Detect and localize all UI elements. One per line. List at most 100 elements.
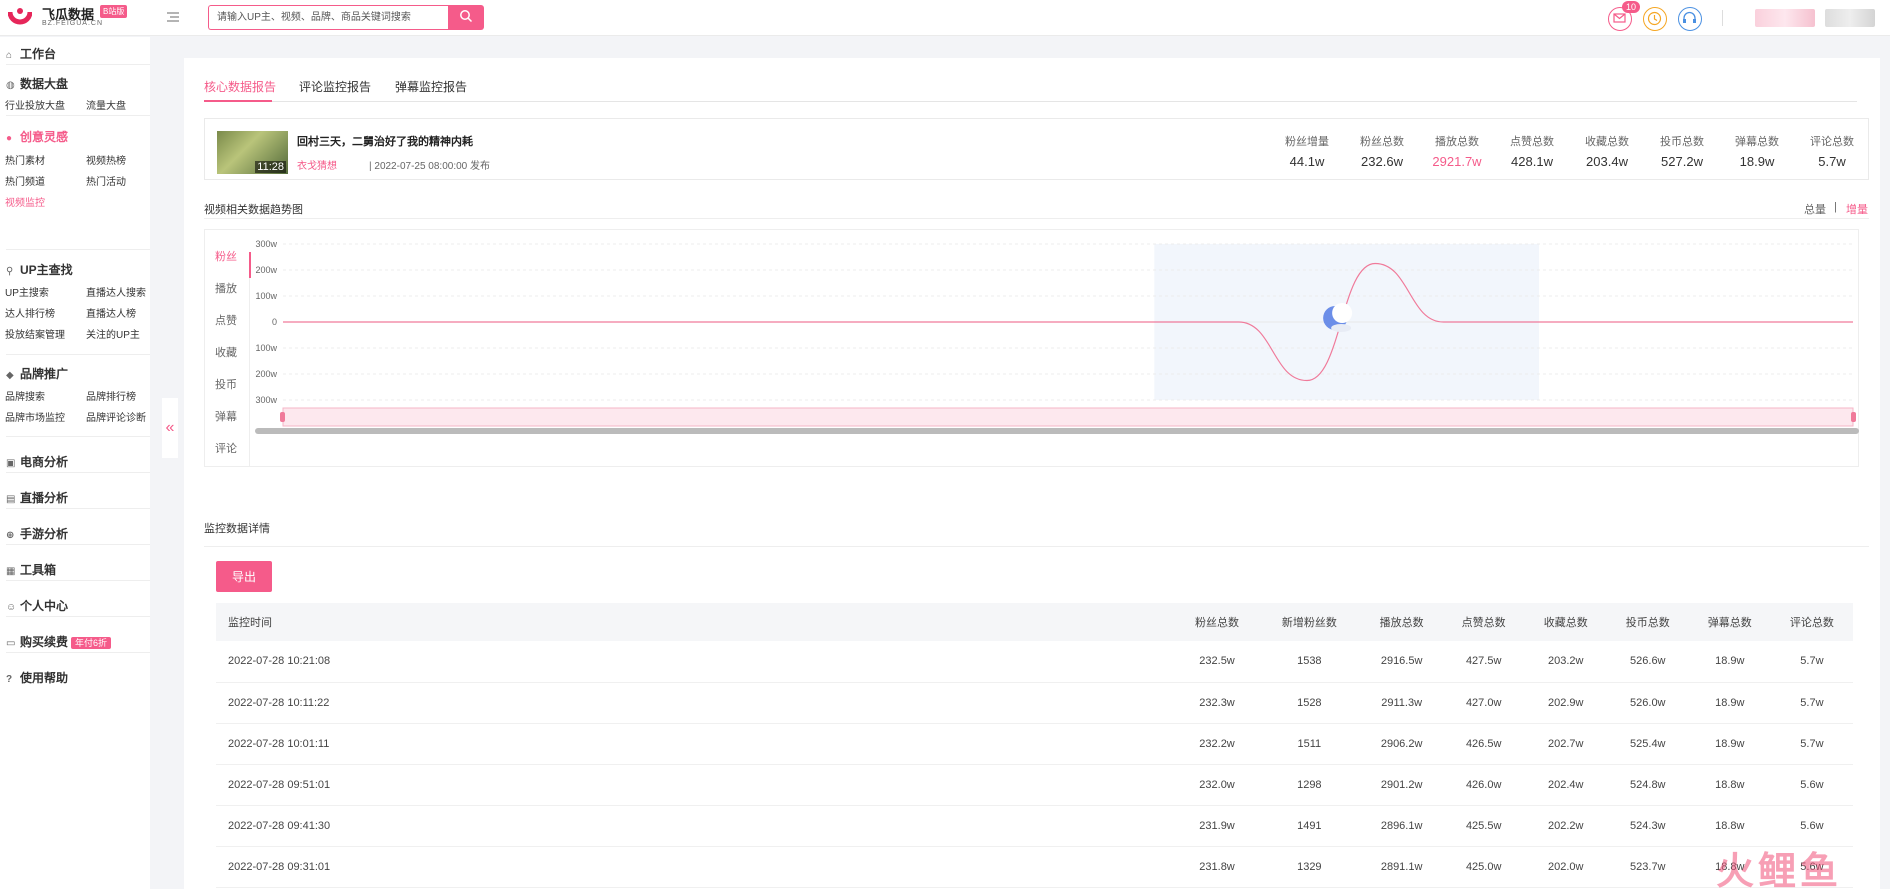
toggle-separator: | (1834, 201, 1837, 213)
metric-danmaku[interactable]: 弹幕 (215, 408, 237, 424)
sidebar-buy[interactable]: ▭ 购买续费 年付6折 (6, 633, 112, 650)
metric-fav[interactable]: 收藏 (215, 344, 237, 360)
table-cell: 426.0w (1442, 764, 1525, 806)
sidebar-industry-board[interactable]: 行业投放大盘 (5, 97, 65, 112)
sidebar-hot-event[interactable]: 热门活动 (86, 173, 126, 188)
metric-coin[interactable]: 投币 (215, 376, 237, 392)
sidebar-divider (6, 580, 150, 581)
series-line-fans (283, 262, 1853, 382)
user-icon: ☺ (6, 602, 17, 613)
table-cell: 18.9w (1688, 641, 1771, 683)
sidebar-workspace[interactable]: ⌂ 工作台 (6, 45, 56, 62)
toggle-increment[interactable]: 增量 (1846, 201, 1868, 217)
table-cell: 427.0w (1442, 682, 1525, 724)
monitor-title: 监控数据详情 (204, 523, 270, 535)
sidebar-mobile-game[interactable]: ⊕ 手游分析 (6, 525, 68, 542)
zoom-slider (282, 407, 1854, 427)
sidebar-live-rank[interactable]: 直播达人榜 (86, 305, 136, 320)
user-avatar[interactable] (1755, 9, 1815, 27)
support-button[interactable] (1678, 7, 1702, 31)
table-row: 2022-07-28 10:21:08 232.5w 1538 2916.5w 427.… (216, 641, 1853, 683)
sidebar-help[interactable]: ? 使用帮助 (6, 669, 68, 686)
sidebar-live[interactable]: ▤ 直播分析 (6, 489, 68, 506)
table-cell: 2916.5w (1360, 641, 1443, 683)
sidebar-collapse-button[interactable]: « (162, 398, 178, 458)
video-uploader[interactable]: 衣戈猜想 (297, 157, 337, 172)
tab-comment-report[interactable]: 评论监控报告 (299, 78, 371, 95)
zoom-handle-left (280, 412, 285, 422)
sidebar-up-search-link[interactable]: UP主搜索 (5, 284, 49, 299)
sidebar-video-hot[interactable]: 视频热榜 (86, 152, 126, 167)
sidebar-data-board[interactable]: ◍ 数据大盘 (6, 75, 68, 92)
metric-comment[interactable]: 评论 (215, 440, 237, 456)
sidebar-brand-promo[interactable]: ◆ 品牌推广 (6, 365, 68, 382)
table-cell: 1329 (1258, 846, 1361, 888)
sidebar-brand-rank[interactable]: 品牌排行榜 (86, 388, 136, 403)
sidebar-creative[interactable]: ● 创意灵感 (6, 128, 68, 145)
magnifier-icon: ⚲ (6, 266, 14, 277)
table-cell: 202.9w (1524, 682, 1607, 724)
card-icon: ▭ (6, 638, 16, 649)
sidebar-video-monitor[interactable]: 视频监控 (5, 194, 45, 209)
tab-core-report[interactable]: 核心数据报告 (204, 78, 276, 95)
trend-chart: 粉丝 播放 点赞 收藏 投币 弹幕 评论 300w 200w 100w 0 -100w -… (204, 229, 1859, 467)
sidebar-talent-rank[interactable]: 达人排行榜 (5, 305, 55, 320)
line-chart[interactable]: 300w 200w 100w 0 -100w -200w -300w (255, 230, 1860, 468)
sidebar-ecommerce[interactable]: ▣ 电商分析 (6, 453, 68, 470)
sidebar-brand-market[interactable]: 品牌市场监控 (5, 409, 65, 424)
toggle-total[interactable]: 总量 (1804, 201, 1826, 217)
menu-toggle-icon[interactable] (166, 10, 180, 24)
user-name[interactable] (1825, 9, 1875, 27)
table-cell: 2891.1w (1360, 846, 1443, 888)
metric-fans[interactable]: 粉丝 (215, 248, 237, 264)
sidebar-hot-channel[interactable]: 热门频道 (5, 173, 45, 188)
sidebar-up-search[interactable]: ⚲ UP主查找 (6, 261, 73, 278)
table-cell: 525.4w (1606, 723, 1689, 765)
video-publish-date: | 2022-07-25 08:00:00 发布 (369, 161, 491, 172)
sidebar-hot-material[interactable]: 热门素材 (5, 152, 45, 167)
stat-fan-total: 粉丝总数 232.6w (1360, 136, 1404, 169)
sidebar-toolbox[interactable]: ▦ 工具箱 (6, 561, 56, 578)
video-title[interactable]: 回村三天，二舅治好了我的精神内耗 (297, 133, 473, 149)
sidebar-traffic-board[interactable]: 流量大盘 (86, 97, 126, 112)
search-button[interactable] (448, 5, 484, 30)
table-row: 2022-07-28 10:01:11 232.2w 1511 2906.2w 426.… (216, 723, 1853, 765)
sidebar-brand-search[interactable]: 品牌搜索 (5, 388, 45, 403)
sidebar-followed-up[interactable]: 关注的UP主 (86, 326, 140, 341)
sidebar-divider (6, 544, 150, 545)
sidebar-personal[interactable]: ☺ 个人中心 (6, 597, 68, 614)
export-button[interactable]: 导出 (216, 561, 272, 592)
brand-badge: B站版 (100, 5, 128, 18)
table-cell: 2911.3w (1360, 682, 1443, 724)
metric-play[interactable]: 播放 (215, 280, 237, 296)
feigua-logo-icon (8, 8, 32, 25)
sidebar-divider (6, 115, 150, 116)
table-row: 2022-07-28 09:31:01 231.8w 1329 2891.1w 425.… (216, 846, 1853, 888)
sidebar-live-search[interactable]: 直播达人搜索 (86, 284, 146, 299)
horizontal-scrollbar (255, 428, 1859, 434)
table-cell: 425.5w (1442, 805, 1525, 847)
tabs-divider (204, 101, 1857, 102)
tab-danmaku-report[interactable]: 弹幕监控报告 (395, 78, 467, 95)
bulb-icon: ● (6, 133, 13, 144)
trend-title: 视频相关数据趋势图 (204, 204, 303, 216)
video-thumbnail[interactable]: 11:28 (217, 131, 288, 174)
history-button[interactable] (1643, 7, 1667, 31)
sidebar-brand-comment[interactable]: 品牌评论诊断 (86, 409, 146, 424)
zoom-handle-right (1851, 412, 1856, 422)
search-input[interactable] (208, 5, 448, 30)
discount-badge: 年付6折 (71, 637, 112, 649)
stat-fan-increase: 粉丝增量 44.1w (1285, 136, 1329, 169)
table-row: 2022-07-28 09:41:30 231.9w 1491 2896.1w 425.… (216, 805, 1853, 847)
y-tick-label: -200w (255, 369, 277, 379)
sidebar-ad-manage[interactable]: 投放结案管理 (5, 326, 65, 341)
table-header-cell: 播放总数 (1360, 603, 1443, 641)
table-cell: 2896.1w (1360, 805, 1443, 847)
table-cell: 2022-07-28 09:31:01 (216, 846, 1176, 888)
stat-danmaku-total: 弹幕总数 18.9w (1735, 136, 1779, 169)
table-header-cell: 粉丝总数 (1176, 603, 1259, 641)
loading-cloud (1331, 324, 1352, 332)
trend-chart-panel: 粉丝 播放 点赞 收藏 投币 弹幕 评论 300w 200w 100w 0 -100w -… (204, 218, 1869, 478)
table-header-row: 监控时间 粉丝总数 新增粉丝数 播放总数 点赞总数 收藏总数 投币总数 弹幕总数 评论总数 (216, 603, 1853, 641)
metric-like[interactable]: 点赞 (215, 312, 237, 328)
